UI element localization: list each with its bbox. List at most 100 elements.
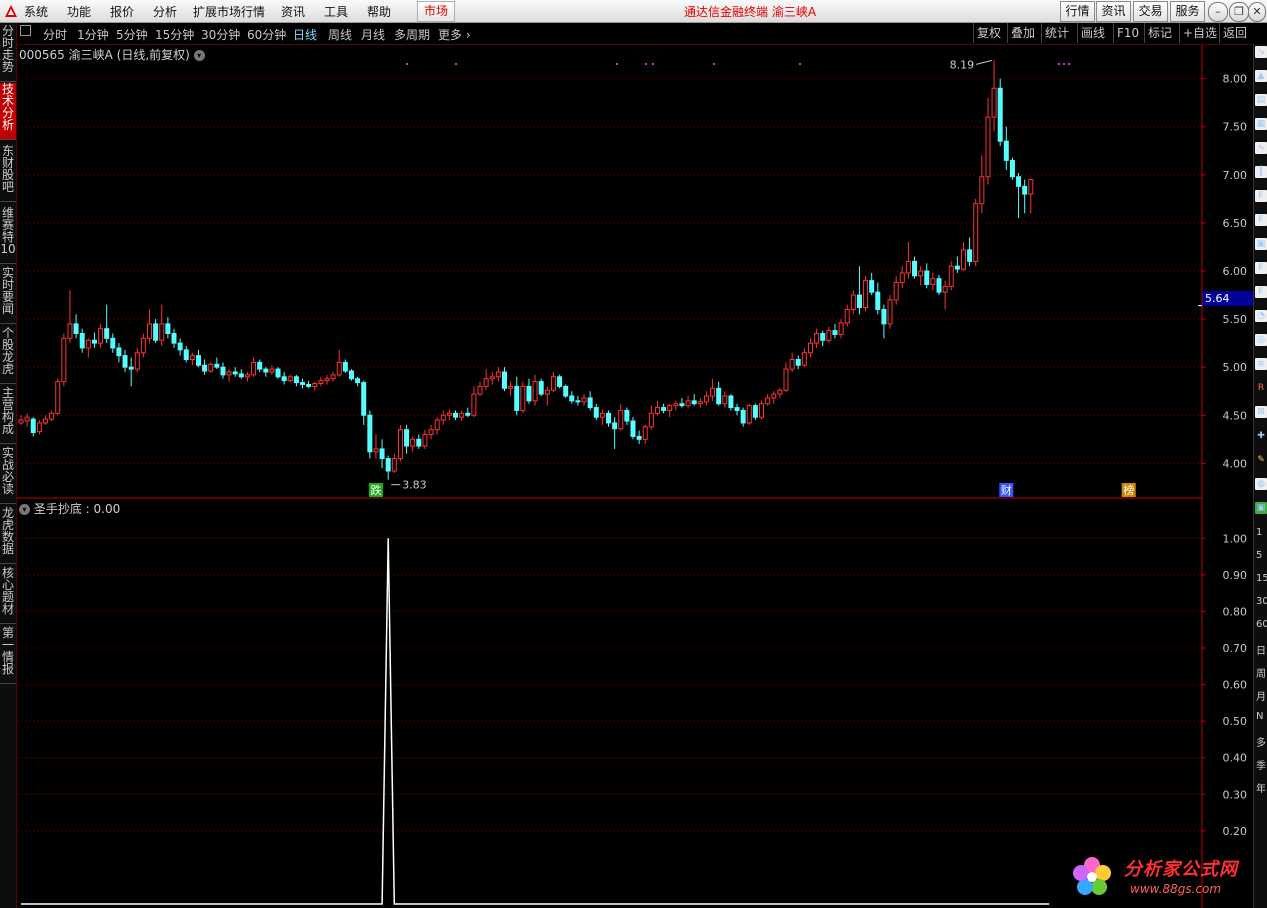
adjust-button[interactable]: 复权 xyxy=(973,23,1004,43)
tool-icon-18[interactable]: ✎ xyxy=(1255,454,1267,466)
tool-icon-16[interactable]: ⊠ xyxy=(1255,406,1267,418)
candle-body xyxy=(875,291,881,310)
candle xyxy=(752,403,758,421)
period-5min[interactable]: 5分钟 xyxy=(116,26,148,43)
candle xyxy=(446,409,452,421)
tool-icon-11[interactable]: F xyxy=(1255,286,1267,298)
right-period-label[interactable]: 30 xyxy=(1256,596,1267,607)
right-period-label[interactable]: 15 xyxy=(1256,573,1267,584)
right-period-label[interactable]: N xyxy=(1256,711,1263,722)
right-period-label[interactable]: 5 xyxy=(1256,550,1262,561)
side-tab-news[interactable]: 实时要闻 xyxy=(0,267,16,324)
candle-body xyxy=(483,378,489,387)
period-intraday[interactable]: 分时 xyxy=(43,26,67,43)
mark-button[interactable]: 标记 xyxy=(1144,23,1175,43)
period-more[interactable]: 更多 › xyxy=(438,26,471,43)
right-period-label[interactable]: 60 xyxy=(1256,619,1267,630)
trade-button[interactable]: 交易 xyxy=(1133,1,1168,22)
right-period-label[interactable]: 季 xyxy=(1256,757,1266,772)
minimize-icon[interactable]: – xyxy=(1208,2,1228,22)
menu-system[interactable]: 系统 xyxy=(24,3,48,20)
tool-icon-1[interactable]: ↘ xyxy=(1255,46,1267,58)
tool-icon-8[interactable]: F xyxy=(1255,214,1267,226)
tool-icon-10[interactable]: F xyxy=(1255,262,1267,274)
tool-icon-4[interactable]: ▦ xyxy=(1255,118,1267,130)
service-button[interactable]: 服务 xyxy=(1170,1,1205,22)
candle xyxy=(195,349,201,368)
chart-canvas[interactable]: 4.00 4.50 5.00 5.50 6.00 6.50 7.00 7.50 8.00 0.20… xyxy=(0,0,1267,908)
menu-extended-market[interactable]: 扩展市场行情 xyxy=(193,3,265,20)
tool-icon-15[interactable]: R xyxy=(1255,382,1267,394)
candle-body xyxy=(918,270,924,277)
tool-icon-12[interactable]: ◔ xyxy=(1255,310,1267,322)
candle-body xyxy=(795,358,801,366)
stats-button[interactable]: 统计 xyxy=(1041,23,1072,43)
side-tab-intraday[interactable]: 分时走势 xyxy=(0,25,16,82)
candle-body xyxy=(697,401,703,405)
info-button[interactable]: 资讯 xyxy=(1096,1,1131,22)
restore-icon[interactable]: ❐ xyxy=(1229,2,1249,22)
period-monthly[interactable]: 月线 xyxy=(361,26,385,43)
tool-icon-2[interactable]: ▲ xyxy=(1255,70,1267,82)
period-weekly[interactable]: 周线 xyxy=(328,26,352,43)
candle-body xyxy=(991,87,997,118)
candle-body xyxy=(348,370,354,380)
right-period-label[interactable]: 年 xyxy=(1256,780,1266,795)
layout-toggle-icon[interactable] xyxy=(20,25,31,36)
market-tab[interactable]: 市场 xyxy=(417,1,455,22)
side-tab-forum[interactable]: 东财股吧 xyxy=(0,145,16,202)
side-tab-first-info[interactable]: 第一情报 xyxy=(0,627,16,684)
side-tab-core-theme[interactable]: 核心题材 xyxy=(0,567,16,624)
side-tab-dragon-tiger[interactable]: 个股龙虎 xyxy=(0,327,16,384)
draw-button[interactable]: 画线 xyxy=(1077,23,1108,43)
dropdown-icon[interactable]: ▾ xyxy=(193,50,205,61)
f10-button[interactable]: F10 xyxy=(1113,23,1142,43)
side-tab-must-read[interactable]: 实战必读 xyxy=(0,447,16,504)
candle-body xyxy=(1009,159,1015,178)
overlay-button[interactable]: 叠加 xyxy=(1007,23,1038,43)
right-period-label[interactable]: 多 xyxy=(1256,734,1266,749)
quotes-button[interactable]: 行情 xyxy=(1060,1,1095,22)
period-15min[interactable]: 15分钟 xyxy=(155,26,194,43)
side-tab-dragon-data[interactable]: 龙虎数据 xyxy=(0,507,16,564)
tool-icon-3[interactable]: ▤ xyxy=(1255,94,1267,106)
right-period-label[interactable]: 日 xyxy=(1256,642,1266,657)
tool-icon-13[interactable]: ◎ xyxy=(1255,334,1267,346)
add-watchlist-button[interactable]: +自选 xyxy=(1179,23,1220,43)
tool-icon-19[interactable]: ◍ xyxy=(1255,478,1267,490)
menu-tools[interactable]: 工具 xyxy=(324,3,348,20)
period-30min[interactable]: 30分钟 xyxy=(201,26,240,43)
menu-quote[interactable]: 报价 xyxy=(110,3,134,20)
candle xyxy=(202,359,208,375)
tool-icon-20[interactable]: ▣ xyxy=(1255,502,1267,514)
period-1min[interactable]: 1分钟 xyxy=(77,26,109,43)
period-60min[interactable]: 60分钟 xyxy=(247,26,286,43)
tool-icon-5[interactable]: ∿ xyxy=(1255,142,1267,154)
tool-icon-14[interactable]: ≡ xyxy=(1255,358,1267,370)
max-price-label: 8.19 xyxy=(950,58,975,71)
back-button[interactable]: 返回 xyxy=(1219,23,1250,43)
dropdown-icon[interactable]: ▾ xyxy=(19,504,30,515)
right-period-label[interactable]: 月 xyxy=(1256,688,1266,703)
candle xyxy=(654,400,660,416)
tool-icon-7[interactable]: F xyxy=(1255,190,1267,202)
candle xyxy=(948,261,954,291)
period-daily[interactable]: 日线 xyxy=(293,26,317,43)
side-tab-business[interactable]: 主营构成 xyxy=(0,387,16,444)
tool-icon-6[interactable]: ┃ xyxy=(1255,166,1267,178)
indicator-name-value: 圣手抄底 : 0.00 xyxy=(33,502,121,516)
side-tab-technical[interactable]: 技术分析 xyxy=(0,83,16,140)
menu-analysis[interactable]: 分析 xyxy=(153,3,177,20)
price-tick-label: 8.00 xyxy=(1223,73,1248,86)
period-multi[interactable]: 多周期 xyxy=(394,26,430,43)
right-period-label[interactable]: 1 xyxy=(1256,527,1262,538)
menu-help[interactable]: 帮助 xyxy=(367,3,391,20)
right-period-label[interactable]: 周 xyxy=(1256,665,1266,680)
candle-body xyxy=(300,382,306,385)
menu-news[interactable]: 资讯 xyxy=(281,3,305,20)
side-tab-weisaite[interactable]: 维赛特10 xyxy=(0,207,16,264)
tool-icon-9[interactable]: ▣ xyxy=(1255,238,1267,250)
close-icon[interactable]: ✕ xyxy=(1248,2,1266,22)
menu-function[interactable]: 功能 xyxy=(67,3,91,20)
tool-icon-17[interactable]: ✚ xyxy=(1255,430,1267,442)
